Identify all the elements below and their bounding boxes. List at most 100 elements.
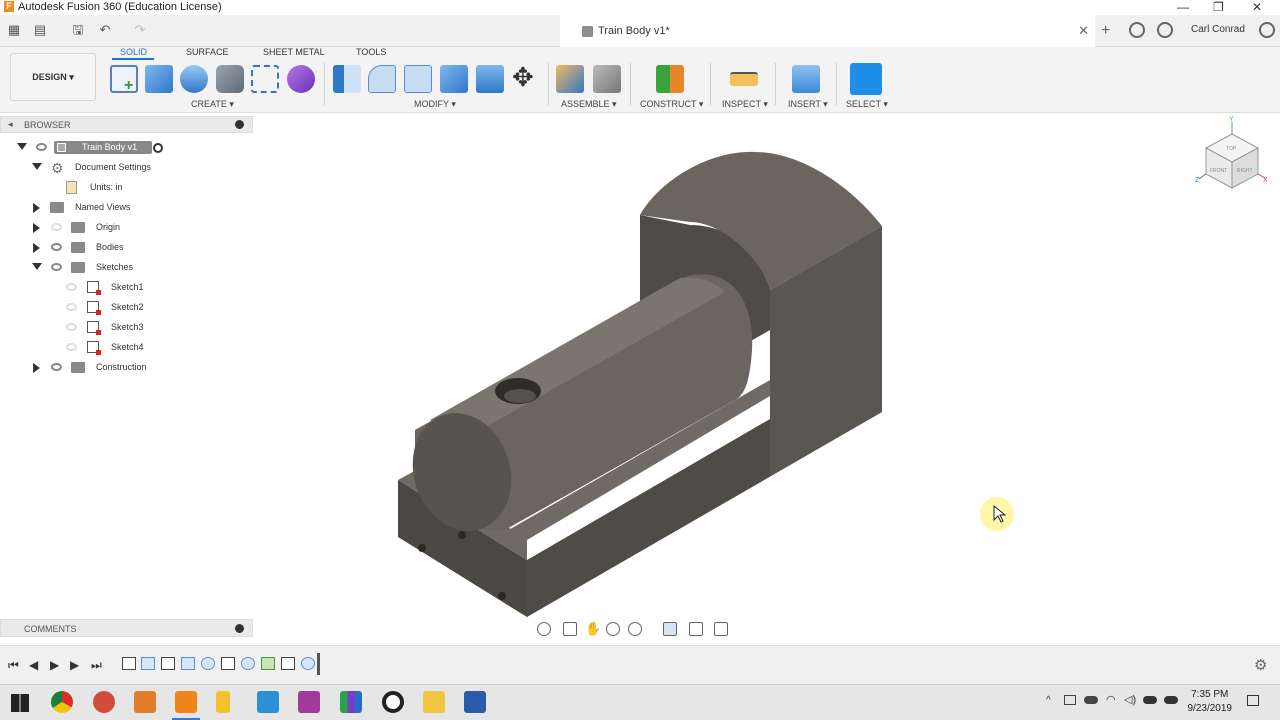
inventor-icon[interactable] (134, 691, 156, 713)
editor-icon[interactable] (257, 691, 279, 713)
construct-menu[interactable]: CONSTRUCT ▾ (640, 99, 703, 110)
job-status-icon[interactable] (1129, 22, 1145, 38)
split-body-icon[interactable] (476, 65, 504, 93)
visibility-eye-icon[interactable] (51, 243, 62, 251)
viewports-icon[interactable] (714, 622, 728, 636)
timeline-sketch-feature[interactable] (161, 657, 175, 670)
tray-cloud3-icon[interactable] (1164, 696, 1178, 704)
create-form-icon[interactable] (287, 65, 315, 93)
visibility-eye-icon[interactable] (66, 303, 77, 311)
word-icon[interactable] (464, 691, 486, 713)
tree-bodies[interactable]: Bodies (0, 238, 253, 258)
side-hole[interactable] (498, 592, 506, 600)
tree-named-views[interactable]: Named Views (0, 198, 253, 218)
timeline-sketch-feature[interactable] (281, 657, 295, 670)
pan-hand-icon[interactable]: ✋ (585, 622, 601, 636)
comments-bar[interactable]: COMMENTS (0, 619, 253, 637)
timeline-hole-feature[interactable] (201, 657, 215, 670)
tree-construction[interactable]: Construction (0, 358, 253, 378)
tree-sketch2[interactable]: Sketch2 (0, 298, 253, 318)
go-to-end-icon[interactable]: ⏭ (91, 658, 102, 673)
timeline-sketch-feature[interactable] (122, 657, 136, 670)
tray-network-icon[interactable]: ◠ (1106, 693, 1116, 706)
insert-image-icon[interactable] (792, 65, 820, 93)
visibility-eye-icon[interactable] (36, 143, 47, 151)
orbit-icon[interactable] (537, 622, 551, 636)
expand-icon[interactable] (33, 223, 40, 233)
expand-icon[interactable] (17, 143, 27, 150)
shell-icon[interactable] (440, 65, 468, 93)
tray-chevron-icon[interactable]: ^ (1046, 695, 1051, 706)
restore-button[interactable]: ❐ (1213, 0, 1224, 14)
redo-icon[interactable]: ↷ (133, 23, 147, 37)
visibility-eye-icon[interactable] (51, 363, 62, 371)
look-at-icon[interactable] (563, 622, 577, 636)
joint-icon[interactable] (593, 65, 621, 93)
assemble-menu[interactable]: ASSEMBLE ▾ (561, 99, 617, 110)
select-menu[interactable]: SELECT ▾ (846, 99, 888, 110)
browser-options-icon[interactable] (235, 120, 244, 129)
visibility-eye-icon[interactable] (51, 223, 62, 231)
tab-tools[interactable]: TOOLS (356, 47, 386, 57)
tray-cloud-icon[interactable] (1084, 696, 1098, 704)
step-back-icon[interactable]: ◀ (29, 658, 38, 672)
tray-monitor-icon[interactable] (1064, 695, 1076, 705)
workspace-design-dropdown[interactable]: DESIGN ▾ (10, 53, 96, 101)
tab-solid[interactable]: SOLID (120, 47, 147, 57)
data-panel-grid-icon[interactable]: ▦ (7, 23, 21, 37)
expand-icon[interactable] (33, 243, 40, 253)
create-menu[interactable]: CREATE ▾ (191, 99, 234, 110)
tab-sheet-metal[interactable]: SHEET METAL (263, 47, 325, 57)
user-account[interactable]: Carl Conrad (1191, 24, 1245, 35)
fillet-icon[interactable] (368, 65, 396, 93)
timeline-sketch-feature[interactable] (221, 657, 235, 670)
tree-root-train-body[interactable]: Train Body v1 (0, 138, 253, 158)
notes-icon[interactable] (216, 691, 230, 713)
offset-plane-icon[interactable] (656, 65, 684, 93)
timeline-hole-feature[interactable] (241, 657, 255, 670)
tree-sketch3[interactable]: Sketch3 (0, 318, 253, 338)
view-cube[interactable] (1198, 122, 1266, 189)
move-copy-icon[interactable]: ✥ (512, 63, 534, 91)
fit-zoom-icon[interactable] (628, 622, 642, 636)
file-menu-icon[interactable]: ▤ (33, 23, 47, 37)
tray-cloud2-icon[interactable] (1143, 696, 1157, 704)
chrome-icon[interactable] (51, 691, 73, 713)
close-tab-button[interactable]: ✕ (1078, 23, 1089, 39)
tree-sketch1[interactable]: Sketch1 (0, 278, 253, 298)
front-hole-right[interactable] (458, 531, 466, 539)
minimize-button[interactable]: — (1177, 0, 1189, 14)
activate-radio-icon[interactable] (153, 143, 163, 153)
expand-icon[interactable] (33, 363, 40, 373)
revolve-icon[interactable] (180, 65, 208, 93)
front-hole-left[interactable] (418, 544, 426, 552)
tree-sketch4[interactable]: Sketch4 (0, 338, 253, 358)
modify-menu[interactable]: MODIFY ▾ (414, 99, 456, 110)
select-icon[interactable] (850, 63, 882, 95)
media-app-icon[interactable] (298, 691, 320, 713)
tree-origin[interactable]: Origin (0, 218, 253, 238)
insert-menu[interactable]: INSERT ▾ (788, 99, 828, 110)
help-icon[interactable] (1259, 22, 1275, 38)
model-canvas[interactable]: TOP FRONT RIGHT Y Z X (253, 113, 1280, 643)
step-forward-icon[interactable]: ▶ (70, 658, 79, 672)
inspect-menu[interactable]: INSPECT ▾ (722, 99, 768, 110)
tree-document-settings[interactable]: ⚙ Document Settings (0, 158, 253, 178)
document-tab[interactable]: Train Body v1* ✕ (560, 15, 1095, 47)
file-explorer-icon[interactable] (423, 691, 445, 713)
tree-sketches[interactable]: Sketches (0, 258, 253, 278)
expand-icon[interactable] (33, 203, 40, 213)
visibility-eye-icon[interactable] (66, 323, 77, 331)
new-component-icon[interactable] (556, 65, 584, 93)
extrude-icon[interactable] (145, 65, 173, 93)
visibility-eye-icon[interactable] (66, 343, 77, 351)
play-icon[interactable]: ▶ (50, 658, 59, 672)
grid-settings-icon[interactable] (689, 622, 703, 636)
measure-icon[interactable] (730, 72, 758, 86)
obs-icon[interactable] (382, 691, 404, 713)
timeline-plane-feature[interactable] (261, 657, 275, 670)
snipping-tool-icon[interactable] (93, 691, 115, 713)
expand-icon[interactable] (32, 163, 42, 170)
zoom-icon[interactable] (606, 622, 620, 636)
visibility-eye-icon[interactable] (51, 263, 62, 271)
